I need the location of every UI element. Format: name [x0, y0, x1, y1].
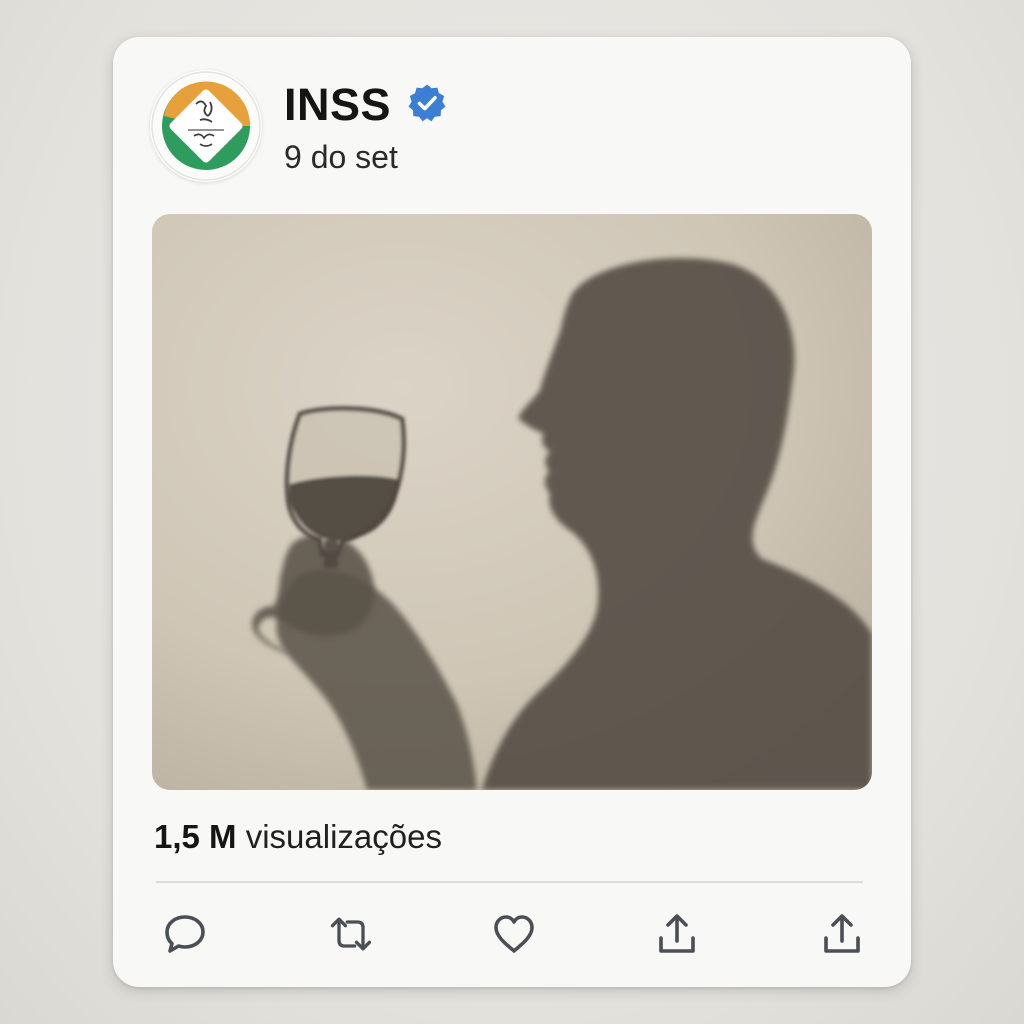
share-button[interactable]	[653, 910, 701, 958]
author-name[interactable]: INSS	[284, 77, 391, 133]
author-avatar[interactable]	[150, 70, 262, 182]
reply-button[interactable]	[161, 910, 209, 958]
heart-icon	[494, 915, 534, 953]
inss-logo-icon	[151, 71, 261, 181]
repost-icon	[330, 917, 372, 951]
view-count-label: visualizações	[245, 818, 442, 855]
view-count-number: 1,5 M	[154, 818, 237, 855]
divider	[156, 881, 863, 883]
post-image[interactable]	[152, 214, 872, 790]
post-date[interactable]: 9 do set	[284, 137, 398, 177]
share-icon	[659, 914, 695, 953]
verified-badge-icon	[408, 84, 446, 122]
post-card[interactable]: INSS 9 do set 1,5 M visualizações	[113, 37, 911, 987]
repost-button[interactable]	[327, 910, 375, 958]
comment-icon	[165, 915, 205, 953]
share-alt-button[interactable]	[818, 910, 866, 958]
share-icon	[824, 914, 860, 953]
like-button[interactable]	[490, 910, 538, 958]
view-count: 1,5 M visualizações	[154, 817, 442, 857]
